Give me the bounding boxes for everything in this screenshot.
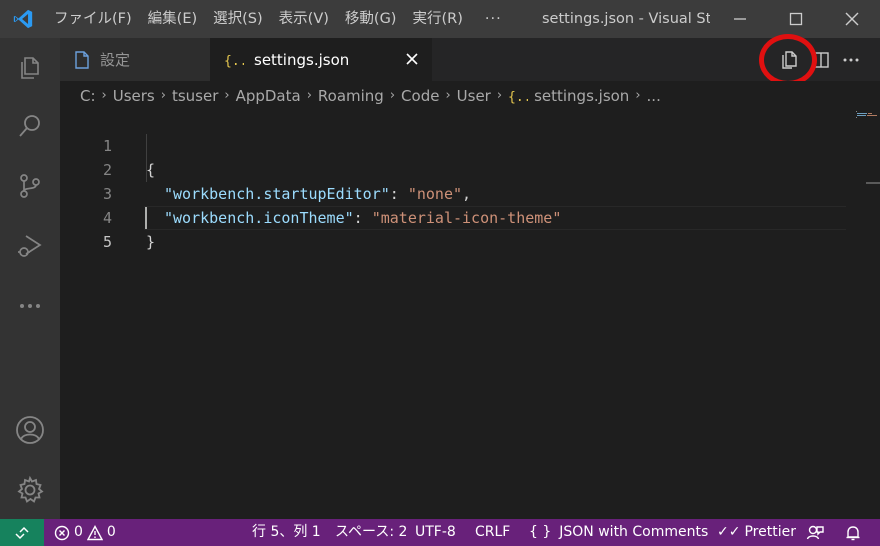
text-cursor <box>145 207 147 229</box>
line-number: 5 <box>102 233 112 251</box>
end-of-line[interactable]: CRLF <box>475 519 510 546</box>
scrollbar-marker <box>866 182 880 184</box>
chevron-right-icon: › <box>160 88 166 103</box>
chevron-right-icon: › <box>224 88 230 103</box>
json-braces-icon: { } <box>529 524 552 540</box>
cursor-position[interactable]: 行 5、列 1 <box>252 519 321 546</box>
tab-settings-json[interactable]: {..} settings.json <box>210 38 432 81</box>
chevron-right-icon: › <box>635 88 641 103</box>
split-editor-icon[interactable] <box>808 38 834 81</box>
more-actions-icon[interactable] <box>838 38 864 81</box>
close-window-button[interactable] <box>824 0 880 38</box>
svg-text:{..}: {..} <box>508 90 528 104</box>
code-text: } <box>146 233 156 251</box>
minimize-button[interactable] <box>712 0 768 38</box>
remote-indicator-icon[interactable] <box>0 519 44 546</box>
indentation[interactable]: スペース: 2 <box>335 519 407 546</box>
breadcrumb-item[interactable]: Code <box>401 87 439 105</box>
maximize-button[interactable] <box>768 0 824 38</box>
menu-view[interactable]: 表示(V) <box>271 0 337 38</box>
tab-label: settings.json <box>254 50 350 69</box>
check-double-icon: ✓✓ <box>717 524 741 540</box>
breadcrumb-item[interactable]: Roaming <box>318 87 384 105</box>
error-count: 0 <box>74 524 83 540</box>
chevron-right-icon: › <box>496 88 503 103</box>
editor-tab-bar: 設定 {..} settings.json <box>60 38 880 81</box>
breadcrumb-item[interactable]: User <box>457 87 491 105</box>
file-icon <box>74 50 90 69</box>
settings-gear-icon[interactable] <box>0 462 60 518</box>
breadcrumb-symbols[interactable]: ... <box>647 87 661 105</box>
warning-icon <box>86 524 103 540</box>
chevron-right-icon: › <box>306 88 312 103</box>
menu-selection[interactable]: 選択(S) <box>205 0 271 38</box>
svg-text:{..}: {..} <box>224 54 244 68</box>
run-debug-icon[interactable] <box>0 218 60 274</box>
problems-indicator[interactable]: 0 0 <box>54 519 116 546</box>
title-bar: ファイル(F) 編集(E) 選択(S) 表示(V) 移動(G) 実行(R) ··… <box>0 0 880 38</box>
menu-bar: ファイル(F) 編集(E) 選択(S) 表示(V) 移動(G) 実行(R) ··… <box>46 0 516 38</box>
chevron-right-icon: › <box>445 88 451 103</box>
breadcrumb-item[interactable]: C: <box>80 87 96 105</box>
language-mode[interactable]: { } JSON with Comments <box>529 519 708 546</box>
encoding[interactable]: UTF-8 <box>415 519 456 546</box>
prettier-label: Prettier <box>744 524 796 540</box>
open-settings-ui-icon[interactable] <box>772 38 806 81</box>
error-icon <box>54 525 70 540</box>
close-icon[interactable] <box>402 49 422 69</box>
breadcrumb-item[interactable]: tsuser <box>172 87 218 105</box>
more-views-icon[interactable] <box>0 278 60 334</box>
explorer-icon[interactable] <box>0 40 60 96</box>
window-title: settings.json - Visual St... <box>542 11 710 27</box>
language-label: JSON with Comments <box>559 524 709 540</box>
code-line: 5 <box>60 206 860 251</box>
breadcrumb-item[interactable]: settings.json <box>534 87 629 105</box>
code-editor[interactable]: 1 { 2 "workbench.startupEditor": "none",… <box>60 110 880 519</box>
source-control-icon[interactable] <box>0 158 60 214</box>
notifications-bell-icon[interactable] <box>844 519 862 546</box>
feedback-icon[interactable] <box>806 519 824 546</box>
menu-run[interactable]: 実行(R) <box>404 0 470 38</box>
code-line: 2 "workbench.startupEditor": "none", <box>60 134 860 203</box>
chevron-right-icon: › <box>101 88 107 103</box>
json-braces-icon: {..} <box>508 88 528 104</box>
menu-go[interactable]: 移動(G) <box>337 0 405 38</box>
code-line: 1 { <box>60 110 860 179</box>
vscode-logo-icon <box>0 0 46 38</box>
menu-edit[interactable]: 編集(E) <box>140 0 205 38</box>
accounts-icon[interactable] <box>0 402 60 458</box>
json-braces-icon: {..} <box>224 52 244 68</box>
code-line: 3 "workbench.iconTheme": "material-icon-… <box>60 158 860 227</box>
status-bar: 0 0 行 5、列 1 スペース: 2 UTF-8 CRLF { } JSON … <box>0 519 880 546</box>
tab-label: 設定 <box>100 51 131 69</box>
prettier-status[interactable]: ✓✓ Prettier <box>717 519 796 546</box>
tab-settings-ui[interactable]: 設定 <box>60 38 210 81</box>
menu-more[interactable]: ··· <box>471 0 516 38</box>
menu-file[interactable]: ファイル(F) <box>46 0 140 38</box>
breadcrumb-item[interactable]: AppData <box>236 87 301 105</box>
breadcrumb: C: › Users › tsuser › AppData › Roaming … <box>60 81 880 110</box>
minimap[interactable] <box>854 110 880 519</box>
code-line: 4 } <box>60 182 860 251</box>
activity-bar <box>0 38 60 519</box>
search-icon[interactable] <box>0 98 60 154</box>
chevron-right-icon: › <box>389 88 396 103</box>
warning-count: 0 <box>106 524 116 540</box>
breadcrumb-item[interactable]: Users <box>113 87 155 105</box>
